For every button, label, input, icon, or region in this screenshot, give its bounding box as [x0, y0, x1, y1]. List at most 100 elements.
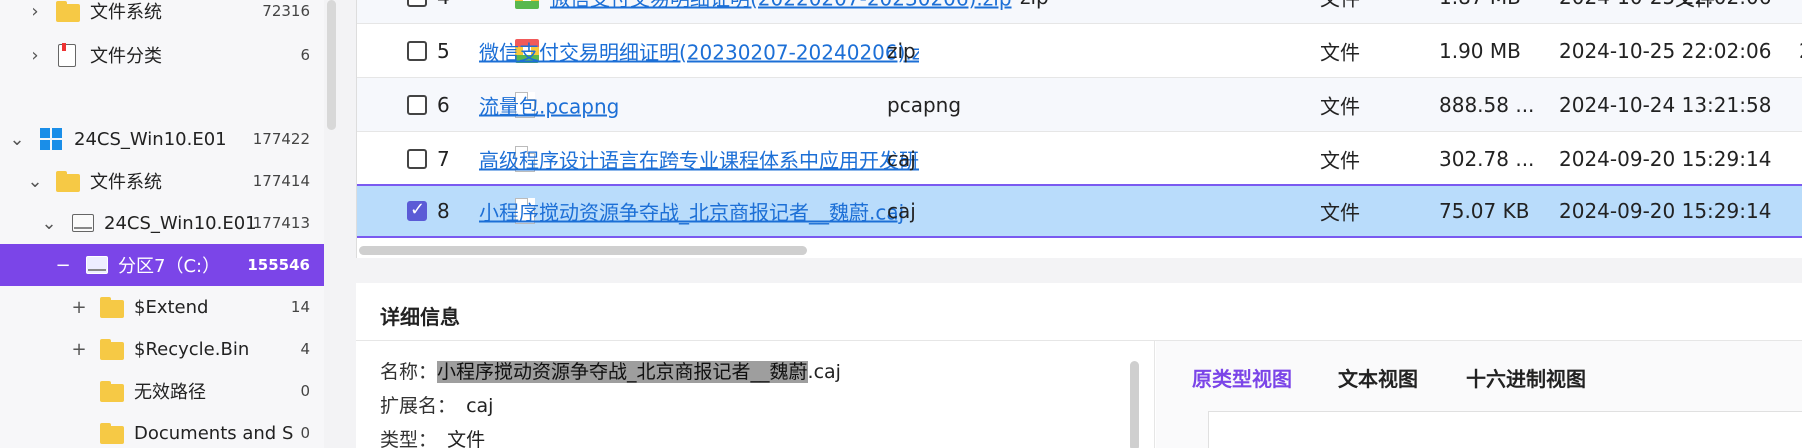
tree-item-label: 24CS_Win10.E01	[74, 128, 227, 150]
tree-item-count: 6	[300, 46, 310, 64]
tree-item-documents-and-settings[interactable]: Documents and S... 0	[0, 412, 324, 448]
tree-item-filesystem-2[interactable]: ⌄ 文件系统 177414	[0, 160, 324, 202]
tree-item-count: 177422	[252, 130, 310, 148]
file-name-link[interactable]: 高级程序设计语言在跨专业课程体系中应用开发研究	[479, 144, 919, 173]
file-kind: 文件	[1320, 200, 1360, 225]
row-checkbox[interactable]	[407, 94, 427, 115]
tree-item-count: 155546	[247, 256, 310, 274]
row-checkbox[interactable]	[407, 40, 427, 61]
tree-item-partition-c[interactable]: − 分区7（C:） 155546	[0, 244, 324, 286]
row-index: 7	[437, 146, 450, 171]
file-ext: caj	[887, 146, 916, 171]
file-ext: pcapng	[887, 92, 962, 117]
row-checkbox-checked[interactable]	[407, 199, 427, 221]
tree-item-label: 文件分类	[90, 46, 162, 67]
tree-item-count: 0	[300, 382, 310, 400]
detail-title: 详细信息	[380, 305, 460, 329]
tree-item-label: $Extend	[134, 296, 209, 318]
detail-type-label: 类型：	[380, 429, 438, 448]
tree-item-label: Documents and S...	[134, 422, 294, 444]
tree-item-count: 14	[290, 298, 310, 316]
expand-icon[interactable]: +	[68, 296, 90, 318]
table-row[interactable]: 7 高级程序设计语言在跨专业课程体系中应用开发研究 caj 文件 302.78 …	[357, 132, 1802, 186]
row-checkbox[interactable]	[407, 148, 427, 169]
tree-item-label: 文件系统	[90, 172, 162, 193]
file-time: 2024-09-20 15:29:14	[1559, 199, 1772, 223]
tree-item-disk[interactable]: ⌄ 24CS_Win10.E01 177413	[0, 202, 324, 244]
view-tabs: 原类型视图 文本视图 十六进制视图	[1156, 341, 1802, 448]
folder-icon	[100, 422, 124, 444]
tree-item-file-category[interactable]: › 文件分类 6	[0, 34, 324, 76]
detail-scrollbar[interactable]	[1130, 361, 1139, 448]
tree-item-label: 分区7（C:）	[118, 256, 221, 277]
tree-item-label: 无效路径	[134, 382, 206, 403]
row-checkbox[interactable]	[407, 0, 427, 7]
detail-name-label: 名称：	[380, 361, 438, 383]
file-ext: caj	[887, 199, 916, 223]
document-icon	[58, 42, 76, 67]
row-index: 8	[437, 199, 450, 223]
tree-item-count: 72316	[262, 2, 310, 20]
tree-item-count: 4	[300, 340, 310, 358]
file-name-link[interactable]: 流量包.pcapng	[479, 90, 619, 119]
file-size: 302.78 ...	[1439, 146, 1535, 171]
file-ext: zip	[1020, 0, 1049, 9]
tab-original-type-view[interactable]: 原类型视图	[1192, 363, 1292, 392]
chevron-down-icon[interactable]: ⌄	[24, 170, 46, 192]
table-row[interactable]: 6 流量包.pcapng pcapng 文件 888.58 ... 2024-1…	[357, 78, 1802, 132]
file-size: 1.90 MB	[1439, 38, 1521, 63]
file-time: 2024-10-24 13:21:58	[1559, 92, 1772, 117]
panel-divider[interactable]	[1154, 341, 1155, 448]
folder-icon	[56, 170, 80, 192]
tree-item-recycle-bin[interactable]: + $Recycle.Bin 4	[0, 328, 324, 370]
preview-content	[1208, 411, 1802, 448]
tree-item-invalid-path[interactable]: 无效路径 0	[0, 370, 324, 412]
chevron-down-icon[interactable]: ⌄	[38, 212, 60, 234]
tree-item-count: 0	[300, 424, 310, 442]
chevron-right-icon[interactable]: ›	[24, 44, 46, 66]
horizontal-scroll-thumb[interactable]	[359, 246, 807, 255]
table-row[interactable]: 4 微信支付交易明细证明(20220207-20230206).zip zip …	[357, 0, 1802, 24]
tree-item-extend[interactable]: + $Extend 14	[0, 286, 324, 328]
windows-icon	[40, 128, 62, 150]
tree-item-count: 177413	[252, 214, 310, 232]
tree-item-count: 177414	[252, 172, 310, 190]
zip-icon	[515, 0, 539, 9]
expand-icon[interactable]: +	[68, 338, 90, 360]
detail-panel: 详细信息 名称：小程序搅动资源争夺战_北京商报记者__魏蔚.caj 扩展名： c…	[356, 283, 1802, 448]
chevron-down-icon[interactable]: ⌄	[6, 128, 28, 150]
file-name-link[interactable]: 微信支付交易明细证明(20230207-20240206).zip	[479, 36, 919, 65]
table-row-selected[interactable]: 8 小程序搅动资源争夺战_北京商报记者__魏蔚.caj caj 文件 75.07…	[357, 184, 1802, 238]
sidebar-scrollbar[interactable]	[327, 0, 336, 130]
tree-item-evidence-image[interactable]: ⌄ 24CS_Win10.E01 177422	[0, 118, 324, 160]
file-name-link[interactable]: 小程序搅动资源争夺战_北京商报记者__魏蔚.caj	[479, 197, 919, 226]
row-index: 4	[437, 0, 450, 9]
file-size: 888.58 ...	[1439, 92, 1535, 117]
folder-icon	[100, 380, 124, 402]
drive-icon	[86, 256, 108, 274]
chevron-right-icon[interactable]: ›	[24, 0, 46, 22]
table-row[interactable]: 5 微信支付交易明细证明(20230207-20240206).zip zip …	[357, 24, 1802, 78]
file-size: 75.07 KB	[1439, 199, 1530, 223]
sidebar-tree: › 文件系统 72316 › 文件分类 6 ⌄ 24CS_Win10.E01 1…	[0, 0, 324, 448]
tab-hex-view[interactable]: 十六进制视图	[1466, 363, 1586, 392]
tree-item-label: $Recycle.Bin	[134, 338, 250, 360]
file-kind: 文件	[1320, 148, 1360, 172]
file-kind: 文件	[1675, 0, 1715, 11]
tab-text-view[interactable]: 文本视图	[1338, 363, 1418, 392]
file-ext: zip	[887, 38, 916, 63]
row-index: 5	[437, 38, 450, 63]
tree-item-filesystem[interactable]: › 文件系统 72316	[0, 0, 324, 32]
detail-name-selected-text[interactable]: 小程序搅动资源争夺战_北京商报记者__魏蔚	[437, 361, 808, 383]
collapse-icon[interactable]: −	[52, 254, 74, 276]
file-name-link[interactable]: 微信支付交易明细证明(20220207-20230206).zip	[550, 0, 1350, 11]
file-table: 4 微信支付交易明细证明(20220207-20230206).zip zip …	[356, 0, 1802, 258]
detail-type-value: 文件	[447, 429, 486, 448]
file-time: 2024-09-20 15:29:14	[1559, 146, 1772, 171]
detail-name-row: 名称：小程序搅动资源争夺战_北京商报记者__魏蔚.caj	[380, 357, 841, 384]
horizontal-scrollbar[interactable]	[357, 244, 1802, 256]
tree-item-label: 文件系统	[90, 2, 162, 23]
file-kind: 文件	[1320, 40, 1360, 64]
row-index: 6	[437, 92, 450, 117]
detail-ext-row: 扩展名： caj	[380, 391, 493, 418]
